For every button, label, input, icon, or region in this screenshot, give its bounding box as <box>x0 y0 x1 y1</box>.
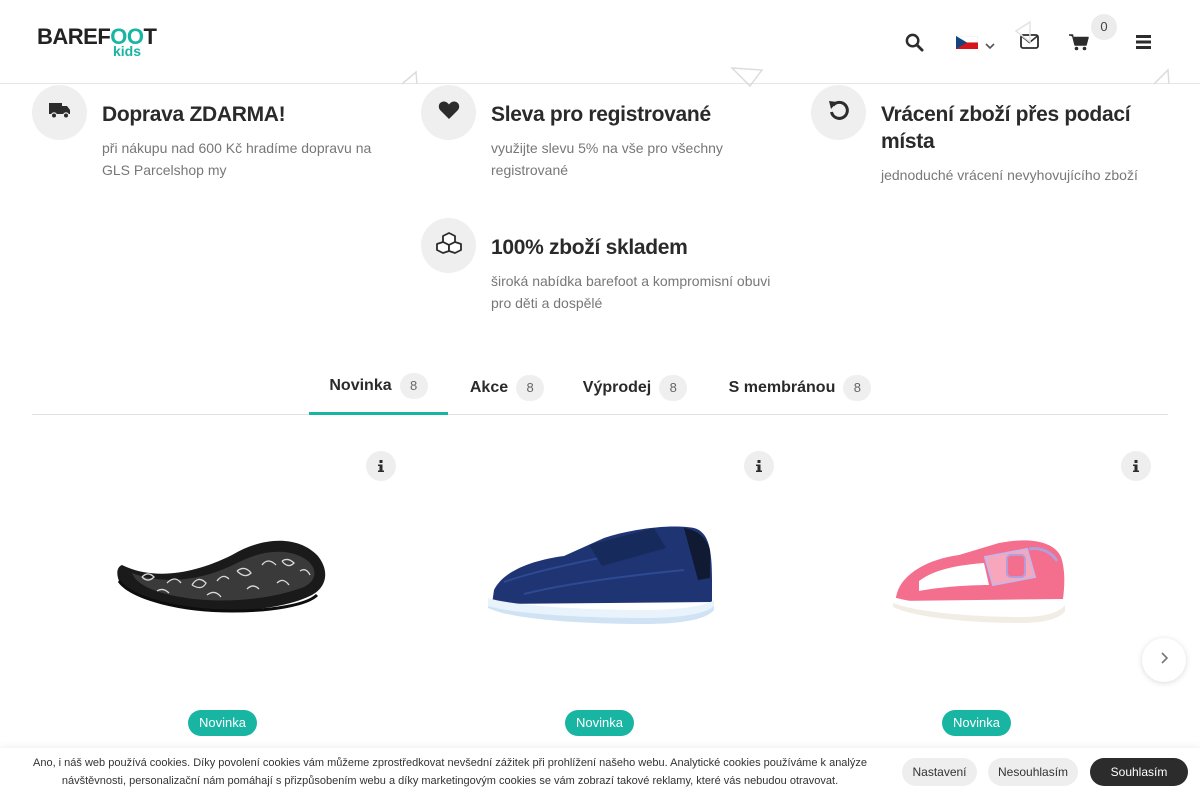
product-tabs: Novinka 8 Akce 8 Výprodej 8 S membránou … <box>32 360 1168 415</box>
product-image[interactable] <box>484 520 719 630</box>
cookie-settings-button[interactable]: Nastavení <box>902 758 977 786</box>
tab-label: Výprodej <box>582 378 652 396</box>
cookie-accept-button[interactable]: Souhlasím <box>1090 758 1188 786</box>
feature-title: Sleva pro registrované <box>491 103 711 126</box>
new-badge: Novinka <box>942 710 1011 736</box>
feature-title: Vrácení zboží přes podací místa <box>881 103 1131 153</box>
product-card[interactable]: Novinka <box>420 445 780 745</box>
decor-triangle <box>401 70 418 85</box>
feature-registered-discount: Sleva pro registrované využijte slevu 5%… <box>421 85 791 185</box>
tab-count-badge: 8 <box>843 374 872 401</box>
feature-desc: jednoduché vrácení nevyhovujícího zboží <box>881 167 1138 183</box>
tab-label: S membránou <box>728 378 836 396</box>
new-badge: Novinka <box>188 710 257 736</box>
feature-desc: široká nabídka barefoot a kompromisní ob… <box>491 273 771 311</box>
undo-icon <box>828 99 850 126</box>
tab-novinka[interactable]: Novinka 8 <box>309 360 448 415</box>
info-icon[interactable] <box>366 451 396 481</box>
feature-icon-circle <box>811 85 866 140</box>
product-card[interactable]: Novinka <box>42 445 402 745</box>
feature-free-shipping: Doprava ZDARMA! při nákupu nad 600 Kč hr… <box>32 85 392 185</box>
search-icon[interactable] <box>905 33 924 57</box>
tab-akce[interactable]: Akce 8 <box>457 360 557 415</box>
feature-title: Doprava ZDARMA! <box>102 103 286 126</box>
flag-cz-icon[interactable] <box>956 36 978 49</box>
logo-sub: kids <box>113 43 142 59</box>
tab-vyprodej[interactable]: Výprodej 8 <box>575 360 695 415</box>
product-image[interactable] <box>889 533 1069 628</box>
info-icon[interactable] <box>744 451 774 481</box>
heart-icon <box>438 100 460 125</box>
chevron-right-icon <box>1160 651 1169 669</box>
tab-count-badge: 8 <box>399 373 428 399</box>
feature-title: 100% zboží skladem <box>491 236 688 259</box>
tab-count-badge: 8 <box>516 374 545 401</box>
menu-icon[interactable] <box>1136 35 1152 54</box>
decor-triangle <box>1014 20 1031 44</box>
cookie-bar: Ano, i náš web používá cookies. Díky pov… <box>0 748 1200 800</box>
new-badge: Novinka <box>565 710 634 736</box>
feature-desc: při nákupu nad 600 Kč hradíme dopravu na… <box>102 140 372 178</box>
tab-label: Akce <box>469 378 509 396</box>
feature-desc: využijte slevu 5% na vše pro všechny reg… <box>491 140 723 178</box>
product-card[interactable]: Novinka <box>797 445 1157 745</box>
product-image[interactable] <box>112 525 332 630</box>
feature-returns: Vrácení zboží přes podací místa jednoduc… <box>811 85 1181 195</box>
truck-icon <box>48 102 71 124</box>
cart-icon[interactable] <box>1069 34 1089 56</box>
feature-icon-circle <box>32 85 87 140</box>
cart-count-badge[interactable]: 0 <box>1091 14 1117 40</box>
feature-in-stock: 100% zboží skladem široká nabídka barefo… <box>421 218 791 318</box>
tab-label: Novinka <box>329 377 392 394</box>
tab-s-membranou[interactable]: S membránou 8 <box>720 360 880 415</box>
info-icon[interactable] <box>1121 451 1151 481</box>
logo[interactable]: BAREFOOT kids <box>37 26 157 62</box>
carousel-next-button[interactable] <box>1142 638 1186 682</box>
cookie-text: Ano, i náš web používá cookies. Díky pov… <box>33 757 867 787</box>
chevron-down-icon[interactable] <box>985 37 995 55</box>
decor-triangle <box>1153 68 1170 85</box>
feature-icon-circle <box>421 218 476 273</box>
cubes-icon <box>435 232 462 259</box>
cookie-decline-button[interactable]: Nesouhlasím <box>988 758 1078 786</box>
tab-count-badge: 8 <box>659 374 688 401</box>
feature-icon-circle <box>421 85 476 140</box>
